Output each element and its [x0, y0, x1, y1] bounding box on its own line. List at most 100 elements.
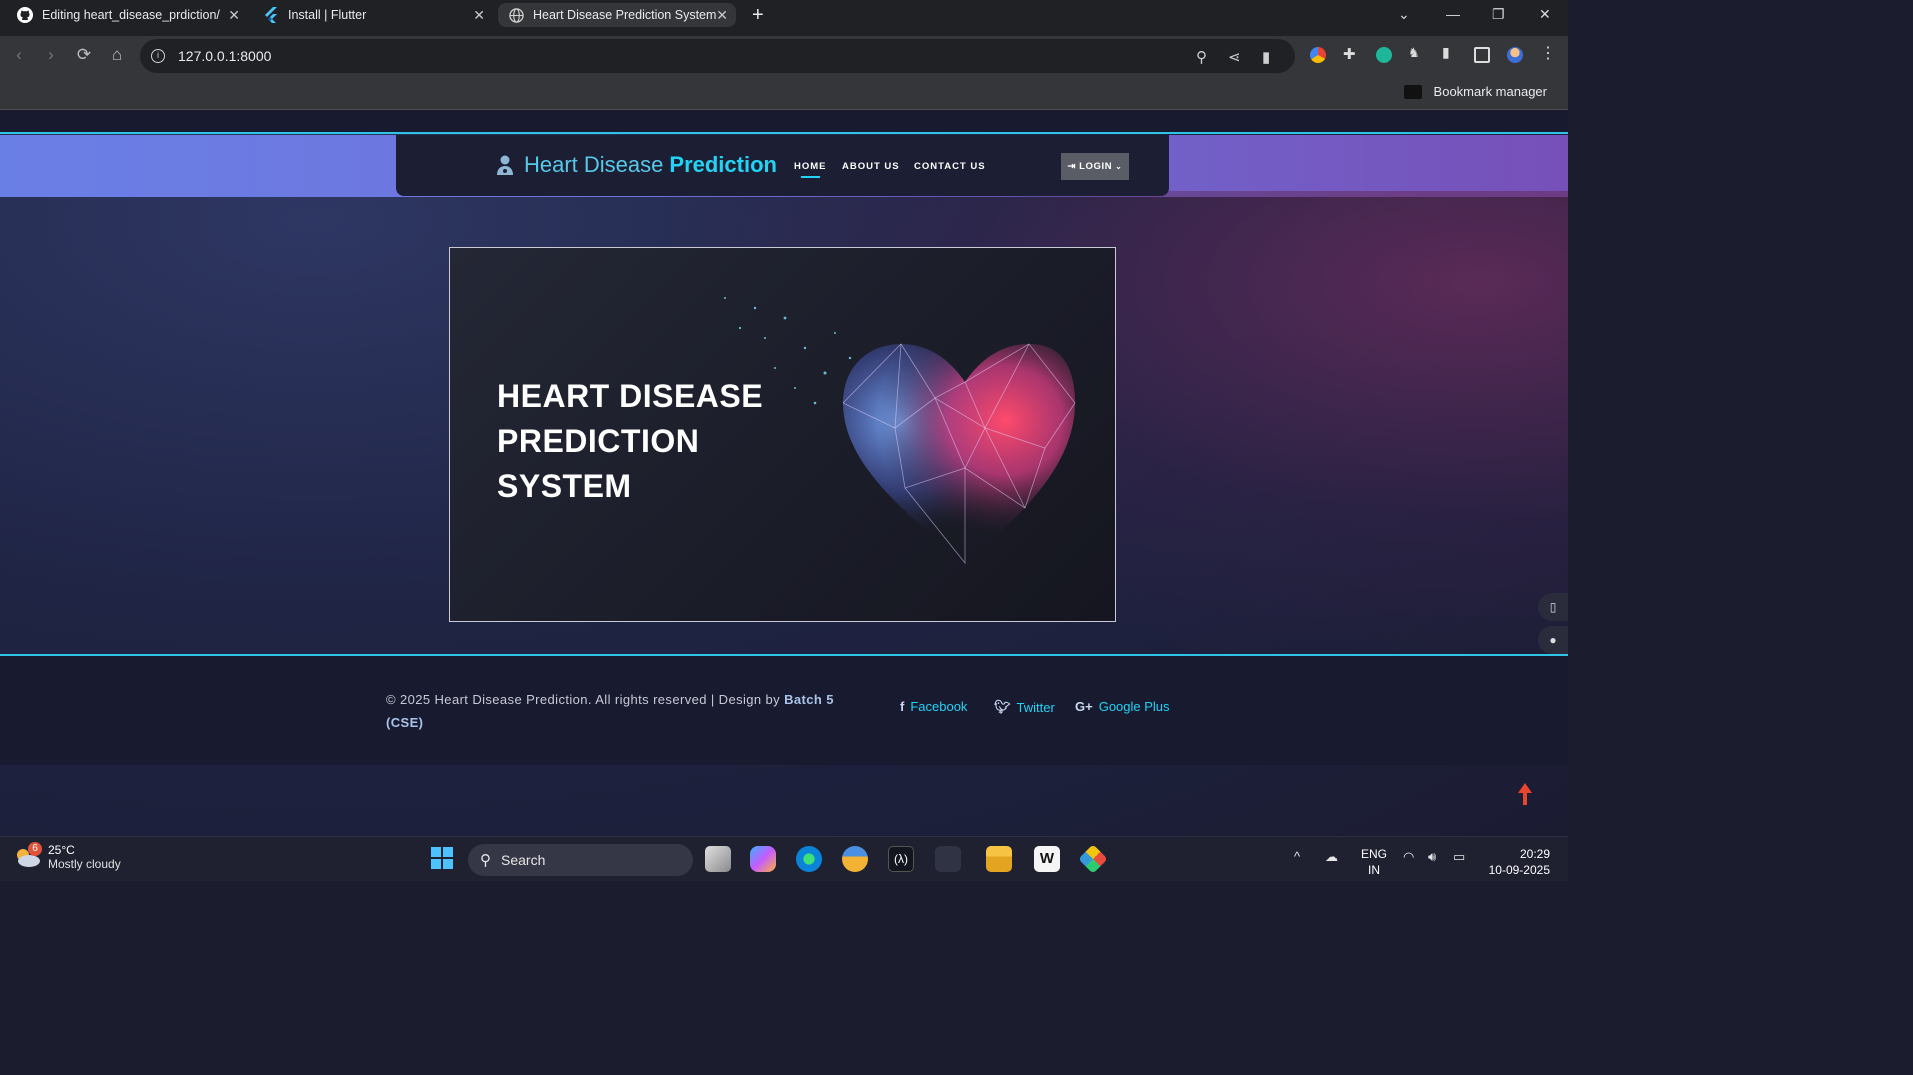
github-icon: [17, 7, 33, 23]
git-app-icon[interactable]: [1078, 844, 1108, 874]
site-navbar: Heart Disease Prediction HOME ABOUT US C…: [396, 135, 1169, 196]
volume-icon[interactable]: 🔊︎: [1428, 849, 1436, 865]
extensions-puzzle-icon[interactable]: ✚: [1343, 45, 1359, 63]
twitter-label: Twitter: [1016, 699, 1055, 715]
new-tab-button[interactable]: +: [752, 4, 764, 27]
windows-taskbar: 6 25°C Mostly cloudy ⚲ Search (λ) W ^ ☁ …: [0, 836, 1568, 881]
battery-icon[interactable]: ▭: [1453, 849, 1465, 865]
side-panel-icon[interactable]: [1474, 47, 1490, 63]
web-page: Heart Disease Prediction HOME ABOUT US C…: [0, 111, 1568, 836]
zoom-icon[interactable]: ⚲: [1196, 48, 1207, 66]
notion-icon[interactable]: W: [1034, 846, 1060, 872]
site-info-icon[interactable]: i: [151, 49, 165, 63]
hero-title-line: SYSTEM: [497, 468, 632, 504]
bookmark-icon[interactable]: ▮: [1262, 48, 1270, 66]
file-explorer-icon[interactable]: [986, 846, 1012, 872]
weather-temp: 25°C: [48, 843, 75, 857]
nav-contact-us[interactable]: CONTACT US: [914, 161, 986, 172]
doctor-icon: [497, 155, 513, 175]
google-plus-label: Google Plus: [1098, 699, 1170, 714]
tab-label: Heart Disease Prediction System: [533, 8, 717, 22]
site-brand[interactable]: Heart Disease Prediction: [496, 152, 777, 178]
bookmarks-bar: Bookmark manager: [0, 76, 1568, 110]
side-extension-icon[interactable]: ●: [1538, 626, 1568, 654]
tab-flutter[interactable]: Install | Flutter ✕: [263, 3, 485, 27]
browser-toolbar: ‹ › ⟳ ⌂ i 127.0.0.1:8000 ⚲ ⋖ ▮ ✚ ♞ ▮ ⋮: [0, 36, 1568, 76]
facebook-label: Facebook: [910, 699, 968, 714]
back-button[interactable]: ‹: [10, 46, 28, 64]
restore-button[interactable]: ❐: [1492, 6, 1505, 23]
reload-button[interactable]: ⟳: [75, 46, 93, 64]
grammarly-icon[interactable]: [1376, 47, 1392, 63]
share-icon[interactable]: ⋖: [1228, 48, 1241, 66]
language-indicator[interactable]: ENG IN: [1361, 846, 1387, 878]
wifi-icon[interactable]: ◠: [1403, 849, 1414, 865]
address-bar[interactable]: i 127.0.0.1:8000 ⚲ ⋖ ▮: [140, 39, 1295, 73]
chrome-extension-icon[interactable]: [1310, 47, 1326, 63]
close-icon[interactable]: ✕: [716, 7, 728, 24]
twitter-icon: 🐦︎: [994, 699, 1011, 714]
nav-about-us[interactable]: ABOUT US: [842, 161, 900, 172]
windows-start-icon[interactable]: [430, 846, 456, 872]
search-label: Search: [501, 852, 546, 868]
chrome-app-icon[interactable]: [935, 846, 961, 872]
clock-time: 20:29: [1519, 847, 1550, 861]
reading-mode-icon[interactable]: ▯: [1538, 593, 1568, 621]
bookmark-manager-button[interactable]: Bookmark manager: [1403, 84, 1547, 99]
task-view-icon[interactable]: [705, 846, 731, 872]
copyright-text: © 2025 Heart Disease Prediction. All rig…: [386, 692, 781, 707]
weather-badge: 6: [28, 842, 42, 856]
google-plus-link[interactable]: G+ Google Plus: [1075, 699, 1170, 714]
close-icon[interactable]: ✕: [228, 7, 240, 24]
home-button[interactable]: ⌂: [108, 46, 126, 64]
lang-line-1: ENG: [1361, 847, 1388, 861]
nav-home[interactable]: HOME: [794, 161, 827, 178]
site-footer: © 2025 Heart Disease Prediction. All rig…: [0, 654, 1568, 765]
lang-line-2: IN: [1368, 863, 1380, 877]
medal-app-icon[interactable]: [842, 846, 868, 872]
google-plus-icon: G+: [1075, 699, 1093, 714]
reading-list-icon[interactable]: ▮: [1442, 44, 1458, 60]
clock-date: 10-09-2025: [1488, 863, 1550, 877]
tab-label: Install | Flutter: [288, 8, 367, 22]
hero-banner: HEART DISEASE PREDICTION SYSTEM: [449, 247, 1116, 622]
weather-desc: Mostly cloudy: [48, 857, 121, 871]
cloud-icon: 6: [14, 842, 42, 868]
forward-button[interactable]: ›: [42, 46, 60, 64]
bookmark-manager-label: Bookmark manager: [1433, 84, 1547, 99]
copilot-icon[interactable]: [750, 846, 776, 872]
url-text: 127.0.0.1:8000: [178, 48, 272, 64]
profile-avatar-icon[interactable]: [1507, 47, 1523, 63]
weather-widget[interactable]: 6 25°C Mostly cloudy: [14, 842, 121, 871]
incognito-icon[interactable]: ♞: [1408, 45, 1424, 61]
browser-tab-strip: Editing heart_disease_prdiction/ ✕ Insta…: [0, 0, 1568, 36]
edge-icon[interactable]: [796, 846, 822, 872]
facebook-link[interactable]: f Facebook: [900, 699, 967, 714]
folder-icon: [1403, 84, 1422, 99]
tab-heart-disease[interactable]: Heart Disease Prediction System ✕: [498, 3, 736, 27]
login-button[interactable]: ⇥ LOGIN ⌄: [1061, 153, 1129, 180]
brand-light-text: Heart Disease: [524, 152, 664, 177]
close-window-button[interactable]: ✕: [1539, 6, 1551, 23]
search-icon: ⚲: [480, 852, 491, 869]
login-label: LOGIN: [1079, 161, 1113, 172]
menu-icon[interactable]: ⋮: [1540, 43, 1556, 62]
close-icon[interactable]: ✕: [473, 7, 485, 24]
login-icon: ⇥: [1067, 161, 1077, 172]
flutter-icon: [263, 7, 279, 23]
tray-chevron-icon[interactable]: ^: [1294, 849, 1300, 864]
footer-copyright: © 2025 Heart Disease Prediction. All rig…: [386, 688, 856, 734]
facebook-icon: f: [900, 699, 905, 714]
taskbar-search[interactable]: ⚲ Search: [468, 844, 693, 876]
brand-bold-text: Prediction: [669, 152, 777, 177]
twitter-link[interactable]: 🐦︎ Twitter: [994, 699, 1055, 715]
minimize-button[interactable]: —: [1446, 6, 1460, 22]
scroll-to-top-icon[interactable]: [1518, 783, 1532, 805]
codeium-icon[interactable]: (λ): [888, 846, 914, 872]
tab-github[interactable]: Editing heart_disease_prdiction/ ✕: [17, 3, 240, 27]
tab-search-chevron-icon[interactable]: ⌄: [1398, 6, 1410, 23]
taskbar-clock[interactable]: 20:29 10-09-2025: [1489, 846, 1550, 878]
top-strip: [0, 111, 1568, 134]
onedrive-icon[interactable]: ☁: [1325, 849, 1338, 865]
polygon-heart-illustration: [724, 297, 1076, 565]
